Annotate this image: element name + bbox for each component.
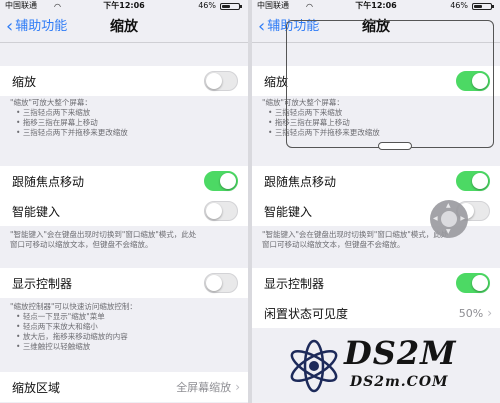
battery-percent: 46% [198, 1, 216, 10]
controller-desc-item: • 放大后，拖移来移动缩放的内容 [16, 332, 128, 341]
battery-percent: 46% [450, 1, 468, 10]
smart-typing-description: "智能键入"会在键盘出现时切换到"窗口缩放"模式，此处 窗口可移动以缩放文本，但… [10, 230, 240, 250]
watermark: DS2M DS2m.COM [284, 332, 500, 403]
toggle-knob [220, 173, 236, 189]
zoom-region-label: 缩放区域 [12, 380, 61, 395]
battery-icon [472, 3, 494, 10]
battery-icon [220, 3, 242, 10]
zoom-desc-intro: "缩放"可放大整个屏幕： [10, 98, 92, 107]
controller-desc-item: • 轻点两下来放大和缩小 [16, 322, 98, 331]
zoom-desc-item: • 三指轻点两下来缩放 [16, 108, 91, 117]
show-controller-toggle[interactable] [456, 273, 490, 293]
controller-description: "缩放控制器"可以快速访问缩放控制： • 轻点一下显示"缩放"菜单 • 轻点两下… [10, 302, 240, 352]
toggle-knob [472, 173, 488, 189]
chevron-right-icon: › [235, 380, 240, 394]
toggle-knob [472, 275, 488, 291]
arrow-left-icon: ◀ [433, 215, 438, 222]
controller-desc-item: • 三维触控以轻触缩放 [16, 342, 91, 351]
smart-typing-row[interactable]: 智能键入 [0, 196, 248, 226]
settings-pane-left: 中国联通 ◠ 下午12:06 46% ‹ 辅助功能 缩放 缩放 "缩放"可放大整… [0, 0, 248, 403]
idle-visibility-label: 闲置状态可见度 [264, 306, 349, 321]
follow-focus-toggle[interactable] [456, 171, 490, 191]
arrow-up-icon: ▲ [446, 202, 451, 209]
arrow-down-icon: ▼ [446, 228, 451, 235]
toggle-knob [206, 275, 222, 291]
controller-center [441, 211, 457, 227]
zoom-row[interactable]: 缩放 [0, 66, 248, 96]
toggle-knob [206, 73, 222, 89]
zoom-window-handle[interactable] [378, 142, 412, 150]
page-title: 缩放 [110, 19, 138, 35]
zoom-toggle[interactable] [204, 71, 238, 91]
status-bar: 中国联通 ◠ 下午12:06 46% [0, 0, 248, 12]
smart-desc-line: 窗口可移动以缩放文本，但键盘不会缩放。 [262, 240, 405, 249]
follow-focus-row[interactable]: 跟随焦点移动 [0, 166, 248, 196]
chevron-right-icon: › [487, 306, 492, 320]
status-bar: 中国联通 ◠ 下午12:06 46% [252, 0, 500, 12]
show-controller-row[interactable]: 显示控制器 [0, 268, 248, 298]
show-controller-toggle[interactable] [204, 273, 238, 293]
nav-divider [0, 42, 248, 43]
zoom-description: "缩放"可放大整个屏幕： • 三指轻点两下来缩放 • 拖移三指在屏幕上移动 • … [10, 98, 240, 138]
arrow-right-icon: ▶ [460, 215, 465, 222]
zoom-desc-item: • 拖移三指在屏幕上移动 [16, 118, 98, 127]
controller-desc-intro: "缩放控制器"可以快速访问缩放控制： [10, 302, 137, 311]
controller-desc-item: • 轻点一下显示"缩放"菜单 [16, 312, 105, 321]
zoom-controller-icon[interactable]: ▲ ▼ ◀ ▶ [430, 200, 468, 238]
follow-focus-row[interactable]: 跟随焦点移动 [252, 166, 500, 196]
smart-desc-line: 窗口可移动以缩放文本，但键盘不会缩放。 [10, 240, 153, 249]
atom-logo-icon [290, 339, 338, 393]
show-controller-row[interactable]: 显示控制器 [252, 268, 500, 298]
watermark-url: DS2m.COM [350, 374, 449, 390]
smart-desc-line: "智能键入"会在键盘出现时切换到"窗口缩放"模式，此处 [10, 230, 197, 239]
zoom-region-value: 全屏幕缩放 [176, 381, 232, 394]
smart-typing-toggle[interactable] [204, 201, 238, 221]
follow-focus-toggle[interactable] [204, 171, 238, 191]
idle-visibility-row[interactable]: 闲置状态可见度 50% › [252, 298, 500, 328]
zoom-desc-item: • 三指轻点两下并拖移来更改缩放 [16, 128, 128, 137]
watermark-brand: DS2M [344, 334, 457, 372]
toggle-knob [206, 203, 222, 219]
idle-visibility-value: 50% [458, 306, 484, 320]
zoom-window-frame[interactable] [286, 20, 494, 148]
zoom-region-row[interactable]: 缩放区域 全屏幕缩放 › [0, 372, 248, 402]
navigation-bar: ‹ 辅助功能 缩放 [0, 14, 248, 42]
